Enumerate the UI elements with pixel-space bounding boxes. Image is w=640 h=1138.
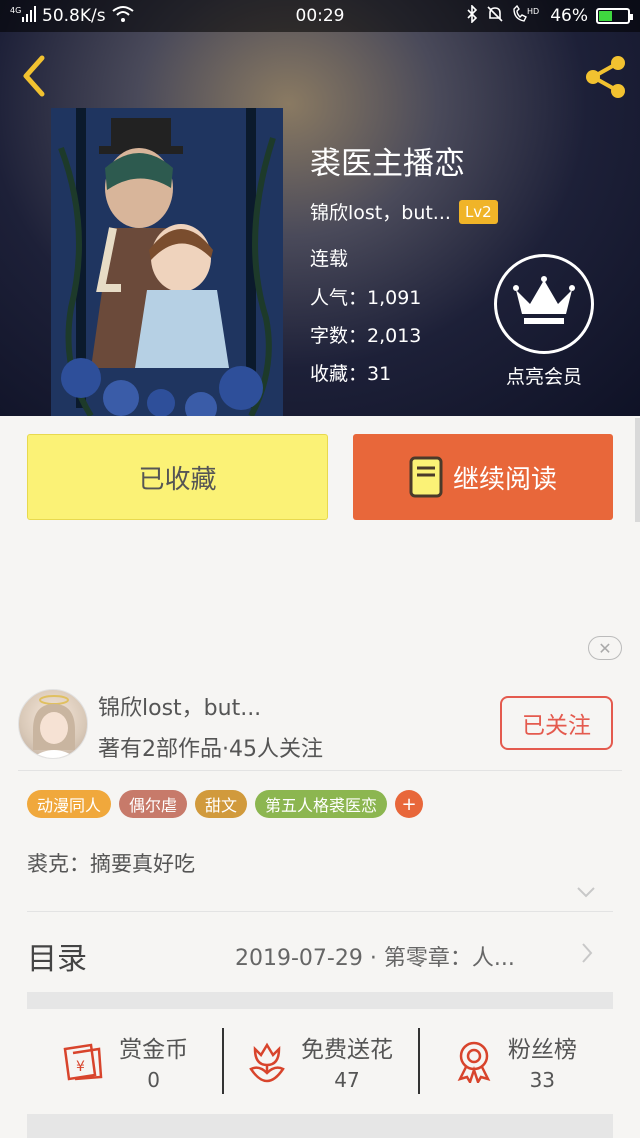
book-title: 裘医主播恋 [310,146,465,182]
status-bar: 4G 50.8K/s 00:29 HD 46% [0,0,640,32]
section-divider [27,992,613,1009]
level-badge: Lv2 [458,199,498,224]
expand-summary-button[interactable] [576,884,596,898]
author-avatar[interactable] [18,689,88,759]
ribbon-badge-icon [457,1041,491,1083]
section-divider [27,1114,613,1138]
battery-percent: 46% [550,6,588,26]
bounty-coin-icon: ¥ [63,1043,103,1081]
continue-reading-label: 继续阅读 [452,464,557,495]
toc-latest-chapter[interactable]: 2019-07-29 · 第零章：人... [235,940,515,972]
divider [27,911,613,912]
vip-label: 点亮会员 [505,366,582,388]
stat-value: 0 [147,1068,161,1092]
close-icon: ✕ [598,638,612,658]
wifi-icon [111,5,134,28]
battery-icon [596,8,633,24]
share-button[interactable] [580,52,630,102]
back-button[interactable] [16,54,56,98]
network-speed: 50.8K/s [42,6,106,26]
bluetooth-icon [466,3,478,28]
collected-button[interactable]: 已收藏 [27,434,328,520]
book-icon [409,456,443,498]
chevron-right-icon [582,943,593,963]
author-stats: 著有2部作品·45人关注 [98,737,323,762]
stat-label: 赏金币 [119,1037,189,1063]
clock: 00:29 [295,6,345,26]
tag-list: 动漫同人 偶尔虐 甜文 第五人格裘医恋 + [27,790,424,818]
toc-open-button[interactable] [580,941,594,965]
book-header: 4G 50.8K/s 00:29 HD 46% 裘医主播恋 锦欣lost，but… [0,0,640,416]
fan-ranking-button[interactable]: 粉丝榜 33 [417,1022,613,1100]
stat-value: 47 [334,1068,360,1092]
close-button[interactable]: ✕ [588,636,622,660]
tag-sweet[interactable]: 甜文 [195,790,248,818]
flower-button[interactable]: 免费送花 47 [222,1022,417,1100]
continue-reading-button[interactable]: 继续阅读 [353,434,613,520]
scrollbar[interactable] [635,418,640,522]
chevron-down-icon [577,887,595,898]
book-cover-image [51,108,283,416]
share-icon [586,56,625,98]
favorite-count: 收藏：31 [310,363,392,385]
crown-icon [494,254,594,354]
svg-text:HD: HD [527,7,539,16]
stat-label: 粉丝榜 [507,1037,577,1063]
vip-button[interactable]: 点亮会员 [494,254,594,389]
popularity: 人气：1,091 [310,287,422,309]
word-count: 字数：2,013 [310,325,422,347]
tag-identity-v-ship[interactable]: 第五人格裘医恋 [255,790,388,818]
book-author[interactable]: 锦欣lost，but... [310,198,451,225]
stat-value: 33 [529,1068,556,1092]
signal-icon: 4G [10,5,36,28]
book-author-row[interactable]: 锦欣lost，but... Lv2 [310,198,498,225]
flower-icon [249,1042,285,1083]
mute-bell-icon [486,5,504,28]
chevron-left-icon [23,55,45,97]
author-name[interactable]: 锦欣lost，but... [98,690,261,722]
bounty-button[interactable]: ¥ 赏金币 0 [27,1022,222,1100]
tag-anime-fanfic[interactable]: 动漫同人 [27,790,112,818]
svg-text:4G: 4G [10,6,21,15]
toc-label[interactable]: 目录 [27,934,87,978]
svg-text:¥: ¥ [76,1059,85,1075]
hd-call-icon: HD [512,4,542,28]
stats-bar: ¥ 赏金币 0 免费送花 47 粉丝榜 33 [27,1022,613,1100]
follow-button[interactable]: 已关注 [500,696,613,750]
add-tag-button[interactable]: + [395,790,424,818]
tag-occasional-angst[interactable]: 偶尔虐 [119,790,188,818]
serial-status: 连载 [310,248,349,270]
book-summary: 裘克：摘要真好吃 [27,852,195,876]
stat-label: 免费送花 [300,1037,393,1063]
divider [18,770,622,771]
